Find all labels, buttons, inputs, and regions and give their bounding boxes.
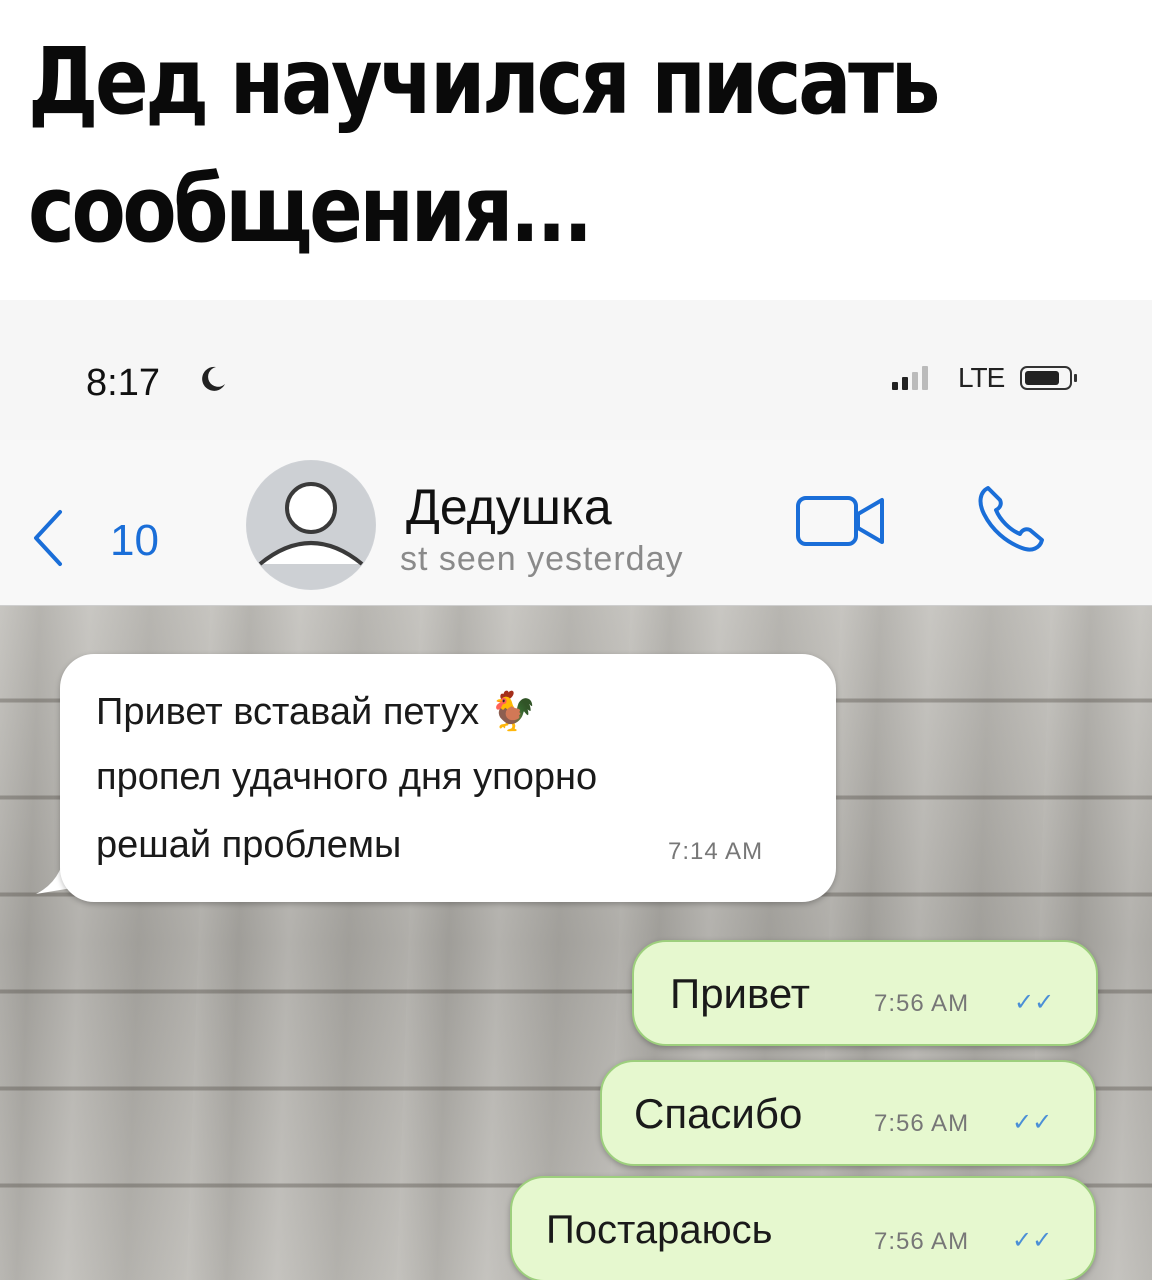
person-silhouette-icon <box>247 461 375 589</box>
meme-caption: Дед научился писать сообщения... <box>28 18 974 274</box>
chat-area[interactable]: Привет вставай петух 🐓 пропел удачного д… <box>0 606 1152 1280</box>
message-line-2: пропел удачного дня упорно <box>96 756 598 798</box>
message-time: 7:56 AM <box>874 990 970 1017</box>
read-ticks-icon: ✓✓ <box>1012 1109 1053 1136</box>
moon-icon <box>202 366 225 391</box>
outgoing-message[interactable]: Спасибо 7:56 AM ✓✓ <box>600 1060 1096 1166</box>
outgoing-message[interactable]: Постараюсь 7:56 AM ✓✓ <box>510 1176 1096 1280</box>
chevron-left-icon <box>34 510 62 566</box>
message-time: 7:14 AM <box>668 838 764 865</box>
phone-screenshot: 8:17 LTE 10 Дедушка st seen yesterday Пр… <box>0 300 1152 1280</box>
phone-call-button[interactable] <box>970 478 1050 558</box>
battery-icon <box>1020 366 1077 390</box>
read-ticks-icon: ✓✓ <box>1012 1227 1053 1254</box>
network-type: LTE <box>958 362 1005 393</box>
contact-name[interactable]: Дедушка <box>406 478 612 536</box>
outgoing-message[interactable]: Привет 7:56 AM ✓✓ <box>632 940 1098 1046</box>
contact-avatar[interactable] <box>246 460 376 590</box>
caption-line-1: Дед научился писать <box>28 28 941 135</box>
message-text: Постараюсь <box>546 1208 773 1252</box>
status-time: 8:17 <box>86 362 160 404</box>
message-line-1: Привет вставай петух 🐓 <box>96 691 537 733</box>
message-text: Спасибо <box>634 1090 803 1137</box>
message-text: Привет <box>670 970 811 1017</box>
video-call-button[interactable] <box>794 490 890 554</box>
incoming-message[interactable]: Привет вставай петух 🐓 пропел удачного д… <box>60 654 836 902</box>
message-line-3: решай проблемы <box>96 824 402 866</box>
status-bar: 8:17 LTE <box>0 300 1152 440</box>
back-button[interactable]: 10 <box>30 504 180 574</box>
caption-line-2: сообщения... <box>28 156 593 263</box>
signal-icon <box>892 364 936 390</box>
unread-count: 10 <box>110 516 159 565</box>
message-time: 7:56 AM <box>874 1228 970 1255</box>
read-ticks-icon: ✓✓ <box>1014 989 1055 1016</box>
contact-status: st seen yesterday <box>400 540 684 578</box>
message-time: 7:56 AM <box>874 1110 970 1137</box>
